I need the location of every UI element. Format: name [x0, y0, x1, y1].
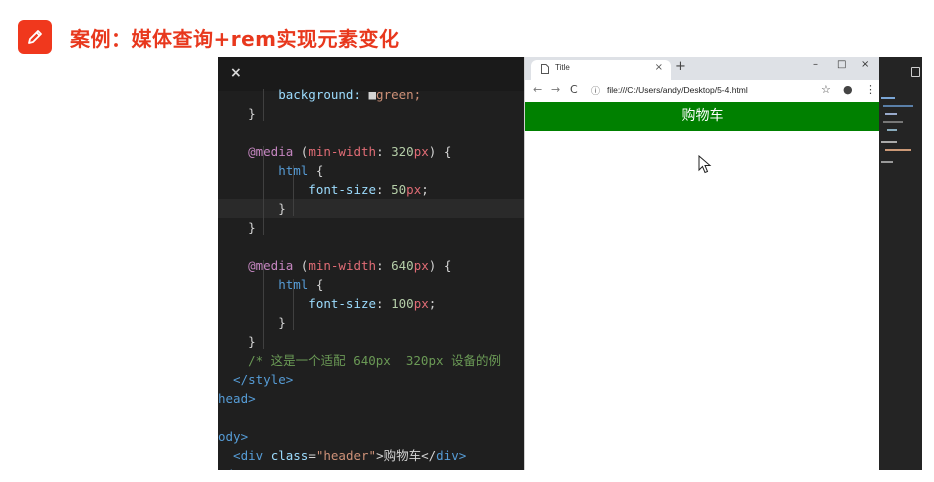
code-token: 320: [391, 144, 414, 159]
code-token: px: [413, 258, 429, 273]
code-token: 640: [391, 258, 414, 273]
code-token: head>: [218, 391, 256, 406]
code-token: @media: [218, 258, 301, 273]
devtools-line: [881, 161, 893, 163]
code-token: min-width: [308, 144, 377, 159]
code-token: =: [308, 448, 316, 463]
code-token: {: [315, 277, 324, 292]
indent-guide: [293, 165, 294, 216]
code-token: div: [240, 448, 271, 463]
maximize-button[interactable]: □: [837, 59, 846, 70]
browser-tab-strip: Title × + – □ ×: [525, 57, 880, 80]
info-icon[interactable]: ⓘ: [591, 84, 600, 97]
indent-guide: [263, 146, 264, 235]
url-field[interactable]: file:///C:/Users/andy/Desktop/5-4.html: [607, 85, 748, 95]
mouse-cursor-icon: [698, 155, 712, 174]
code-editor[interactable]: × background: ■green; } @media (min-widt…: [218, 57, 524, 470]
code-token: >: [458, 448, 467, 463]
tab-close-icon[interactable]: ×: [655, 62, 663, 73]
devtools-line: [885, 113, 897, 115]
code-token: background:: [218, 87, 369, 102]
code-token: font-size: [218, 296, 377, 311]
code-token: :: [376, 296, 392, 311]
code-token: px: [406, 182, 422, 197]
code-token: 100: [391, 296, 414, 311]
panel-layout-icon[interactable]: [911, 67, 920, 77]
code-token: ody>: [218, 467, 248, 470]
browser-window: Title × + – □ × ← → C ⓘ file:///C:/Users…: [524, 57, 880, 470]
slide-title: 案例：媒体查询+rem实现元素变化: [70, 26, 400, 51]
code-token: px: [413, 144, 429, 159]
code-line[interactable]: head>: [218, 389, 524, 408]
pencil-icon: [18, 20, 52, 54]
code-token: ;: [421, 182, 429, 197]
close-icon[interactable]: ×: [230, 65, 242, 81]
address-bar: ← → C ⓘ file:///C:/Users/andy/Desktop/5-…: [525, 80, 880, 103]
code-line[interactable]: </style>: [218, 370, 524, 389]
code-token: :: [376, 258, 392, 273]
browser-tab[interactable]: Title ×: [531, 60, 671, 80]
code-token: }: [218, 315, 286, 330]
code-line[interactable]: <div class="header">购物车</div>: [218, 446, 524, 465]
code-token: }: [218, 201, 286, 216]
code-line[interactable]: [218, 237, 524, 256]
code-token: }: [218, 334, 256, 349]
code-token: /* 这是一个适配 640px 320px 设备的例: [218, 353, 502, 368]
code-token: ■: [368, 87, 377, 102]
forward-button[interactable]: →: [551, 83, 560, 96]
code-line[interactable]: [218, 408, 524, 427]
code-token: green;: [376, 87, 422, 102]
code-token: }: [218, 106, 256, 121]
code-token: :: [376, 182, 392, 197]
code-token: font-size: [218, 182, 377, 197]
code-line[interactable]: [218, 123, 524, 142]
indent-guide: [263, 89, 264, 121]
code-token: {: [315, 163, 324, 178]
code-token: </: [218, 372, 249, 387]
code-token: :: [376, 144, 392, 159]
minimize-button[interactable]: –: [813, 59, 818, 70]
code-token: 50: [391, 182, 407, 197]
code-token: style: [248, 372, 286, 387]
devtools-line: [881, 141, 897, 143]
new-tab-button[interactable]: +: [675, 59, 686, 74]
devtools-line: [881, 97, 895, 99]
code-token: "header": [315, 448, 377, 463]
indent-guide: [263, 260, 264, 349]
code-line[interactable]: ody>: [218, 465, 524, 470]
code-token: ody>: [218, 429, 249, 444]
profile-icon[interactable]: ●: [843, 83, 853, 96]
code-token: div: [436, 448, 459, 463]
code-token: }: [218, 220, 256, 235]
code-token: <: [218, 448, 241, 463]
code-token: >购物车</: [376, 448, 437, 463]
devtools-line: [883, 105, 913, 107]
tab-title: Title: [555, 63, 570, 72]
code-token: html: [218, 277, 316, 292]
devtools-line: [885, 149, 911, 151]
page-header: 购物车: [525, 102, 880, 131]
code-token: min-width: [308, 258, 377, 273]
window-close-button[interactable]: ×: [861, 59, 869, 70]
code-line[interactable]: ody>: [218, 427, 524, 446]
devtools-line: [887, 129, 897, 131]
page-icon: [541, 64, 549, 74]
devtools-line: [883, 121, 903, 123]
code-token: html: [218, 163, 316, 178]
back-button[interactable]: ←: [533, 83, 542, 96]
code-token: ) {: [428, 144, 452, 159]
devtools-panel[interactable]: [879, 57, 922, 470]
code-token: class: [270, 448, 309, 463]
code-token: ;: [428, 296, 437, 311]
code-token: @media: [218, 144, 301, 159]
code-token: ) {: [428, 258, 452, 273]
code-token: >: [285, 372, 294, 387]
indent-guide: [293, 279, 294, 330]
code-token: px: [413, 296, 429, 311]
code-line[interactable]: /* 这是一个适配 640px 320px 设备的例: [218, 351, 524, 370]
menu-icon[interactable]: ⋮: [865, 83, 876, 96]
reload-button[interactable]: C: [570, 83, 578, 96]
bookmark-star-icon[interactable]: ☆: [821, 83, 831, 96]
slide-header: 案例：媒体查询+rem实现元素变化: [18, 20, 400, 54]
